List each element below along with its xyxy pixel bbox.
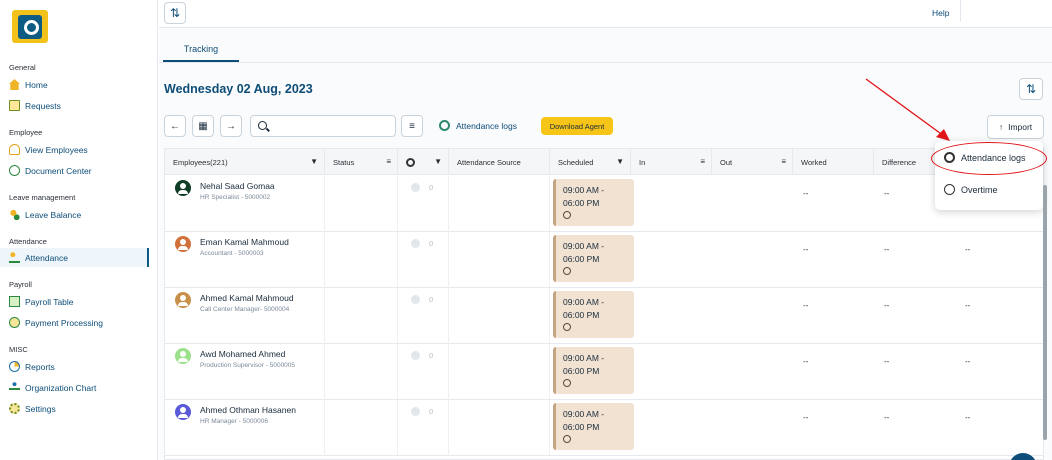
annotation-arrow [865, 78, 950, 141]
vertical-scrollbar[interactable] [1043, 185, 1047, 440]
